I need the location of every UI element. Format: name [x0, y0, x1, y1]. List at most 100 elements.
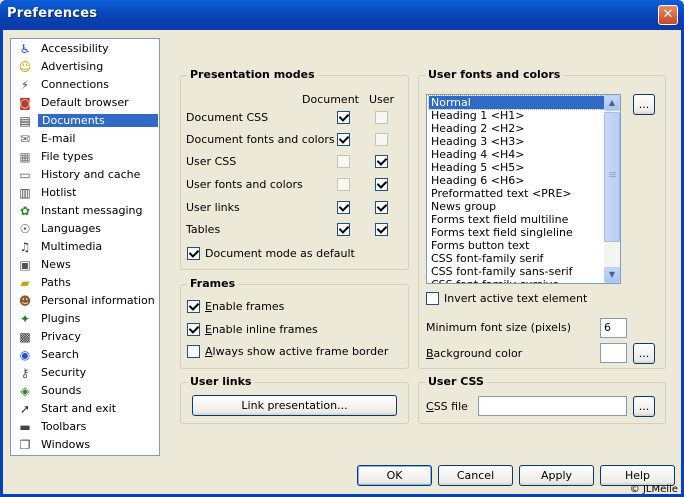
sidebar-item-advertising[interactable]: ☺ Advertising [13, 58, 159, 76]
user-css-user-checkbox[interactable] [375, 155, 388, 168]
watermark-credit: © JLMelle [629, 484, 678, 495]
sidebar-item-label: Documents [38, 114, 158, 127]
sidebar-item-e-mail[interactable]: ✉ E-mail [13, 130, 159, 148]
sidebar-item-security[interactable]: ⚷ Security [13, 364, 159, 382]
privacy-icon: ▩ [19, 330, 31, 344]
font-more-button[interactable]: ... [633, 94, 655, 115]
sidebar-item-hotlist[interactable]: ▥ Hotlist [13, 184, 159, 202]
sidebar-item-plugins[interactable]: ✦ Plugins [13, 310, 159, 328]
tables-user-checkbox[interactable] [375, 223, 388, 236]
link-presentation-button[interactable]: Link presentation... [192, 395, 397, 416]
document-fonts-and-colors-user-checkbox[interactable] [375, 133, 388, 146]
sidebar-item-documents[interactable]: ▤ Documents [13, 112, 159, 130]
scroll-up-arrow[interactable]: ▲ [604, 95, 620, 111]
default-browser-icon: ◙ [19, 96, 31, 110]
enable-inline-frames-label: Enable inline frames [205, 323, 318, 336]
user-links-document-checkbox[interactable] [337, 201, 350, 214]
enable-frames-checkbox[interactable] [187, 300, 200, 313]
font-list-item[interactable]: CSS font-family serif [429, 252, 606, 265]
font-list-item[interactable]: News group [429, 200, 606, 213]
font-list-item[interactable]: Heading 3 <H3> [429, 135, 606, 148]
font-list-item[interactable]: Forms button text [429, 239, 606, 252]
sidebar-item-label: Hotlist [41, 186, 77, 199]
file-types-icon: ▦ [19, 150, 31, 164]
sidebar-item-accessibility[interactable]: ♿ Accessibility [13, 40, 159, 58]
key-icon: ⚷ [20, 366, 30, 380]
sidebar-item-sounds[interactable]: ◈ Sounds [13, 382, 159, 400]
sidebar-item-label: Paths [41, 276, 71, 289]
sidebar-item-multimedia[interactable]: ♫ Multimedia [13, 238, 159, 256]
document-fonts-and-colors-document-checkbox[interactable] [337, 133, 350, 146]
sidebar-item-label: Sounds [41, 384, 82, 397]
cancel-button[interactable]: Cancel [438, 465, 513, 486]
scroll-thumb[interactable] [604, 112, 620, 242]
background-color-swatch[interactable] [600, 343, 627, 363]
sidebar-item-start-and-exit[interactable]: ➚ Start and exit [13, 400, 159, 418]
css-browse-button[interactable]: ... [633, 396, 655, 417]
background-color-label: Background color [426, 347, 523, 360]
user-links-title: User links [187, 375, 255, 388]
font-list-item[interactable]: Heading 4 <H4> [429, 148, 606, 161]
window-title: Preferences [7, 6, 98, 21]
sidebar-item-news[interactable]: ▣ News [13, 256, 159, 274]
languages-icon: ☉ [19, 222, 31, 236]
category-list[interactable]: ♿ Accessibility ☺ Advertising ⚡ Connections ◙ D… [10, 38, 160, 456]
tables-document-checkbox[interactable] [337, 223, 350, 236]
invert-active-text-label: Invert active text element [444, 292, 588, 305]
show-frame-border-label: Always show active frame border [205, 345, 389, 358]
sidebar-item-paths[interactable]: ▰ Paths [13, 274, 159, 292]
font-list-item[interactable]: CSS font-family cursive [429, 278, 606, 283]
user-column-header: User [369, 93, 395, 106]
sidebar-item-languages[interactable]: ☉ Languages [13, 220, 159, 238]
user-links-user-checkbox[interactable] [375, 201, 388, 214]
background-color-button[interactable]: ... [633, 343, 655, 364]
document-css-user-checkbox[interactable] [375, 111, 388, 124]
sidebar-item-label: Start and exit [41, 402, 117, 415]
user-css-document-checkbox[interactable] [337, 155, 350, 168]
sidebar-item-toolbars[interactable]: ▬ Toolbars [13, 418, 159, 436]
document-css-label: Document CSS [186, 111, 269, 124]
document-css-document-checkbox[interactable] [337, 111, 350, 124]
font-list-item[interactable]: Heading 6 <H6> [429, 174, 606, 187]
sidebar-item-connections[interactable]: ⚡ Connections [13, 76, 159, 94]
scroll-down-arrow[interactable]: ▼ [604, 267, 620, 283]
apply-button[interactable]: Apply [519, 465, 594, 486]
font-list-item[interactable]: Heading 1 <H1> [429, 109, 606, 122]
sidebar-item-windows[interactable]: ❐ Windows [13, 436, 159, 454]
close-button[interactable]: ✕ [658, 5, 678, 25]
font-list-item[interactable]: Heading 2 <H2> [429, 122, 606, 135]
presentation-modes-title: Presentation modes [187, 68, 318, 81]
invert-active-text-checkbox[interactable] [426, 292, 439, 305]
css-file-label: CSS file [426, 400, 468, 413]
history-icon: ▭ [19, 168, 31, 182]
min-font-size-input[interactable]: 6 [600, 318, 627, 338]
font-list-item[interactable]: Forms text field multiline [429, 213, 606, 226]
font-list-item[interactable]: Heading 5 <H5> [429, 161, 606, 174]
sidebar-item-history-and-cache[interactable]: ▭ History and cache [13, 166, 159, 184]
font-list-item[interactable]: CSS font-family sans-serif [429, 265, 606, 278]
css-file-input[interactable] [478, 396, 627, 416]
font-elements-list[interactable]: CSS font-family cursiveCSS font-family s… [426, 94, 621, 284]
ok-button[interactable]: OK [357, 465, 432, 486]
user-fonts-and-colors-document-checkbox[interactable] [337, 178, 350, 191]
show-frame-border-checkbox[interactable] [187, 345, 200, 358]
sidebar-item-instant-messaging[interactable]: ✿ Instant messaging [13, 202, 159, 220]
plug-icon: ⚡ [20, 78, 30, 92]
title-bar[interactable]: Preferences ✕ [0, 0, 684, 30]
document-icon: ▤ [19, 114, 31, 128]
enable-inline-frames-checkbox[interactable] [187, 323, 200, 336]
font-list-item[interactable]: Forms text field singleline [429, 226, 606, 239]
sidebar-item-default-browser[interactable]: ◙ Default browser [13, 94, 159, 112]
document-mode-default-label: Document mode as default [205, 247, 355, 260]
font-list-item[interactable]: Normal [428, 95, 607, 110]
sidebar-item-privacy[interactable]: ▩ Privacy [13, 328, 159, 346]
sidebar-item-search[interactable]: ◉ Search [13, 346, 159, 364]
sidebar-item-personal-information[interactable]: ☻ Personal information [13, 292, 159, 310]
list-scrollbar[interactable]: ▲ ▼ [604, 95, 620, 283]
user-fonts-and-colors-user-checkbox[interactable] [375, 178, 388, 191]
sidebar-item-file-types[interactable]: ▦ File types [13, 148, 159, 166]
help-button[interactable]: Help [600, 465, 675, 486]
font-list-item[interactable]: Preformatted text <PRE> [429, 187, 606, 200]
document-mode-default-checkbox[interactable] [187, 247, 200, 260]
sidebar-item-label: Personal information [41, 294, 155, 307]
